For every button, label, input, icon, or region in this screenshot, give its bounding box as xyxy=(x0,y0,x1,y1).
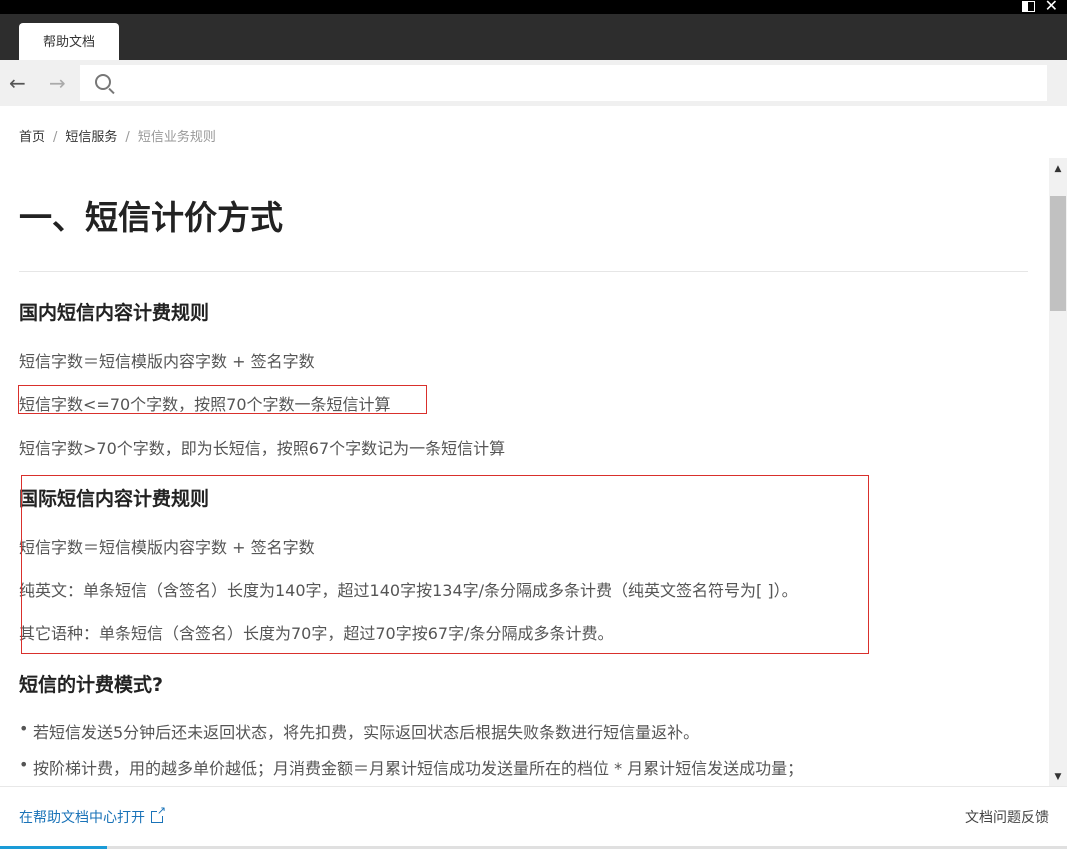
list-item: 按阶梯计费，用的越多单价越低；月消费金额＝月累计短信成功发送量所在的档位 * 月… xyxy=(19,755,803,779)
scroll-up-icon[interactable]: ▲ xyxy=(1049,164,1067,174)
scroll-down-icon[interactable]: ▼ xyxy=(1049,772,1067,782)
tab-bar: 帮助文档 xyxy=(0,14,1067,60)
paragraph: 短信字数＝短信模版内容字数 + 签名字数 xyxy=(19,352,315,371)
divider xyxy=(19,271,1028,272)
tab-help-docs[interactable]: 帮助文档 xyxy=(19,23,119,60)
highlight-box xyxy=(21,475,869,654)
highlight-box xyxy=(18,385,427,414)
forward-arrow-icon[interactable]: → xyxy=(49,69,66,97)
open-in-help-center-link[interactable]: 在帮助文档中心打开 xyxy=(19,805,166,827)
breadcrumb-sms-service[interactable]: 短信服务 xyxy=(65,130,117,145)
article-content: 一、短信计价方式 国内短信内容计费规则 短信字数＝短信模版内容字数 + 签名字数… xyxy=(0,158,1049,786)
paragraph: 短信字数>70个字数，即为长短信，按照67个字数记为一条短信计算 xyxy=(19,439,506,458)
page-title: 一、短信计价方式 xyxy=(19,198,283,237)
breadcrumb-home[interactable]: 首页 xyxy=(19,130,45,145)
breadcrumb-separator: / xyxy=(125,130,130,145)
footer: 在帮助文档中心打开 文档问题反馈 xyxy=(0,786,1067,849)
navigation-bar: ← → xyxy=(0,60,1067,106)
doc-feedback-link[interactable]: 文档问题反馈 xyxy=(965,807,1049,827)
breadcrumb-separator: / xyxy=(53,130,58,145)
vertical-scrollbar[interactable]: ▲ ▼ xyxy=(1049,158,1067,786)
section-heading: 国内短信内容计费规则 xyxy=(19,302,210,324)
section-heading: 短信的计费模式? xyxy=(19,674,164,696)
breadcrumb-current: 短信业务规则 xyxy=(137,130,216,145)
search-input[interactable] xyxy=(80,65,1047,101)
scroll-thumb[interactable] xyxy=(1050,196,1066,311)
close-icon[interactable]: ✕ xyxy=(1045,0,1058,14)
external-link-icon[interactable] xyxy=(151,805,166,823)
breadcrumb: 首页 / 短信服务 / 短信业务规则 xyxy=(19,126,216,145)
search-icon[interactable] xyxy=(95,74,111,90)
restore-icon[interactable] xyxy=(1022,1,1035,12)
back-arrow-icon[interactable]: ← xyxy=(9,69,26,97)
window-titlebar: ✕ xyxy=(0,0,1067,14)
list-item: 若短信发送5分钟后还未返回状态，将先扣费，实际返回状态后根据失败条数进行短信量返… xyxy=(19,719,699,743)
open-link-label[interactable]: 在帮助文档中心打开 xyxy=(19,810,145,826)
